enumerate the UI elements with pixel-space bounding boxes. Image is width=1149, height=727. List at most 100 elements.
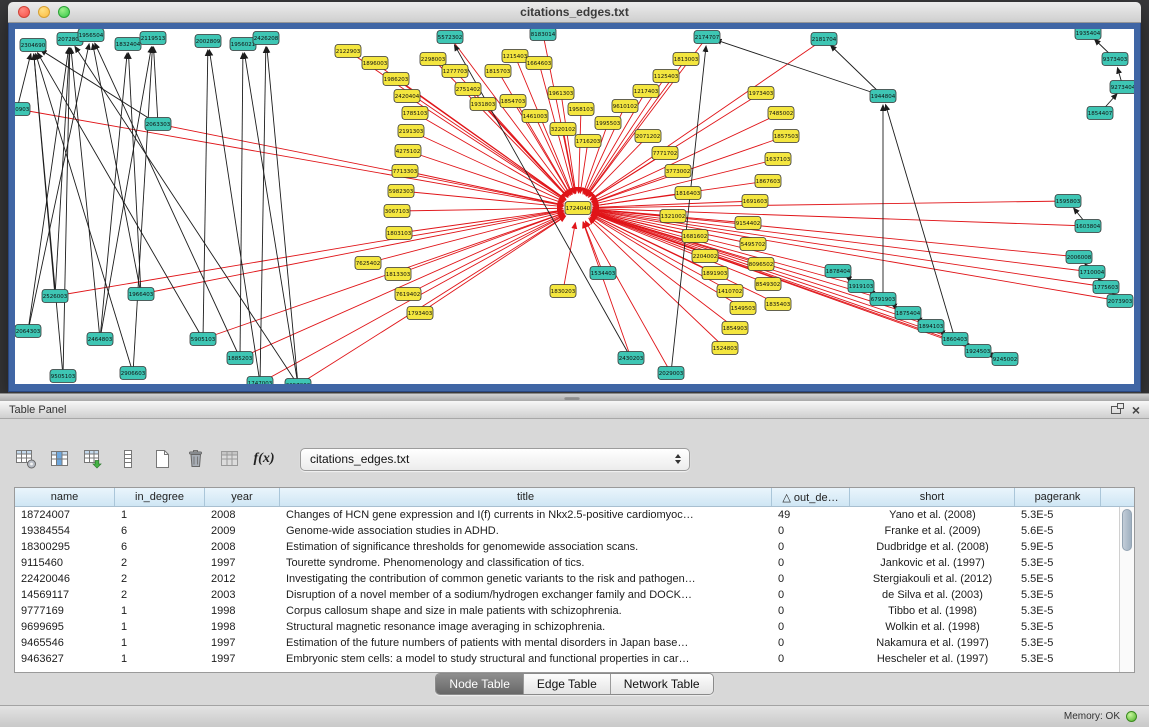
graph-node[interactable]: 1854703 (500, 95, 526, 108)
graph-node[interactable]: 1830203 (550, 285, 576, 298)
table-row[interactable]: 946362711997Embryonic stem cells: a mode… (15, 651, 1134, 667)
cell-title[interactable]: Investigating the contribution of common… (280, 573, 772, 585)
cell-title[interactable]: Corpus callosum shape and size in male p… (280, 605, 772, 617)
cell-out_degree[interactable]: 0 (772, 653, 850, 665)
delete-table-button[interactable] (182, 445, 210, 473)
graph-node[interactable]: 7485002 (768, 107, 794, 120)
cell-in_degree[interactable]: 6 (115, 525, 205, 537)
cell-title[interactable]: Disruption of a novel member of a sodium… (280, 589, 772, 601)
cell-short[interactable]: Jankovic et al. (1997) (850, 557, 1015, 569)
graph-node[interactable]: 1595803 (1055, 195, 1081, 208)
cell-year[interactable]: 2009 (205, 525, 280, 537)
graph-node[interactable]: 1986203 (383, 73, 409, 86)
graph-node[interactable]: 1894103 (918, 320, 944, 333)
graph-node[interactable]: 1896003 (362, 57, 388, 70)
graph-node[interactable]: 9245002 (992, 353, 1018, 366)
graph-node[interactable]: 8183014 (530, 29, 556, 41)
graph-node[interactable]: 1854903 (722, 322, 748, 335)
cell-short[interactable]: Dudbridge et al. (2008) (850, 541, 1015, 553)
tab-edge-table[interactable]: Edge Table (523, 674, 610, 694)
graph-node[interactable]: 1958103 (568, 103, 594, 116)
graph-node[interactable]: 1785103 (402, 107, 428, 120)
graph-node[interactable]: 1125403 (653, 70, 679, 83)
cell-in_degree[interactable]: 1 (115, 509, 205, 521)
cell-short[interactable]: Wolkin et al. (1998) (850, 621, 1015, 633)
column-header-title[interactable]: title (280, 488, 772, 506)
cell-out_degree[interactable]: 0 (772, 605, 850, 617)
cell-year[interactable]: 1998 (205, 621, 280, 633)
table-settings-button[interactable] (12, 445, 40, 473)
table-row[interactable]: 977716911998Corpus callosum shape and si… (15, 603, 1134, 619)
graph-node[interactable]: 2122903 (335, 45, 361, 58)
cell-pagerank[interactable]: 5.3E-5 (1015, 557, 1101, 569)
cell-name[interactable]: 14569117 (15, 589, 115, 601)
graph-node[interactable]: 1815703 (485, 65, 511, 78)
function-builder-button[interactable]: f(x) (250, 445, 278, 473)
graph-node[interactable]: 1215403 (502, 50, 528, 63)
cell-pagerank[interactable]: 5.3E-5 (1015, 605, 1101, 617)
cell-pagerank[interactable]: 5.3E-5 (1015, 509, 1101, 521)
graph-node[interactable]: 1995503 (595, 117, 621, 130)
graph-node[interactable]: 1878404 (825, 265, 851, 278)
cell-pagerank[interactable]: 5.3E-5 (1015, 637, 1101, 649)
close-panel-icon[interactable]: × (1132, 403, 1140, 417)
graph-node[interactable]: 2906603 (120, 367, 146, 380)
cell-name[interactable]: 9699695 (15, 621, 115, 633)
cell-year[interactable]: 2012 (205, 573, 280, 585)
graph-node[interactable]: 8549302 (755, 278, 781, 291)
column-header-out_degree[interactable]: △ out_de… (772, 488, 850, 506)
select-columns-button[interactable] (46, 445, 74, 473)
cell-out_degree[interactable]: 0 (772, 589, 850, 601)
cell-short[interactable]: Tibbo et al. (1998) (850, 605, 1015, 617)
graph-node[interactable]: 2751402 (455, 83, 481, 96)
graph-node[interactable]: 2174707 (694, 31, 720, 44)
graph-node[interactable]: 9610102 (612, 100, 638, 113)
row-tools-button[interactable] (114, 445, 142, 473)
graph-node[interactable]: 1637103 (765, 153, 791, 166)
graph-node[interactable]: 1935404 (1075, 29, 1101, 40)
graph-node[interactable]: 1534403 (590, 267, 616, 280)
graph-node[interactable]: 1816403 (675, 187, 701, 200)
float-panel-button[interactable] (1108, 403, 1124, 417)
cell-short[interactable]: Hescheler et al. (1997) (850, 653, 1015, 665)
network-canvas[interactable]: 2304690207280819565041832404211951320028… (15, 29, 1134, 384)
graph-node[interactable]: 1835403 (765, 298, 791, 311)
graph-node[interactable]: 1691603 (742, 195, 768, 208)
graph-node[interactable]: 2063303 (145, 118, 171, 131)
graph-node[interactable]: 1793403 (407, 307, 433, 320)
cell-short[interactable]: Nakamura et al. (1997) (850, 637, 1015, 649)
column-header-pagerank[interactable]: pagerank (1015, 488, 1101, 506)
graph-node[interactable]: 7619402 (395, 288, 421, 301)
graph-node[interactable]: 5495702 (740, 238, 766, 251)
divider-grip-icon[interactable] (564, 396, 580, 400)
graph-node[interactable]: 1277703 (442, 65, 468, 78)
cell-title[interactable]: Estimation of significance thresholds fo… (280, 541, 772, 553)
graph-node[interactable]: 1603804 (1075, 220, 1101, 233)
graph-node[interactable]: 2002809 (195, 35, 221, 48)
table-row[interactable]: 1456911722003Disruption of a novel membe… (15, 587, 1134, 603)
graph-node[interactable]: 1919103 (848, 280, 874, 293)
cell-year[interactable]: 1997 (205, 557, 280, 569)
graph-node[interactable]: 1854407 (1087, 107, 1113, 120)
graph-node[interactable]: 5572302 (437, 31, 463, 44)
graph-node[interactable]: 1813003 (673, 53, 699, 66)
graph-node[interactable]: 9505103 (50, 370, 76, 383)
cell-name[interactable]: 9115460 (15, 557, 115, 569)
cell-title[interactable]: Structural magnetic resonance image aver… (280, 621, 772, 633)
cell-name[interactable]: 19384554 (15, 525, 115, 537)
cell-short[interactable]: de Silva et al. (2003) (850, 589, 1015, 601)
graph-node[interactable]: 2304690 (20, 39, 46, 52)
table-vertical-scrollbar[interactable] (1119, 507, 1134, 672)
cell-short[interactable]: Franke et al. (2009) (850, 525, 1015, 537)
graph-node[interactable]: 2298003 (420, 53, 446, 66)
graph-node[interactable]: 1410702 (717, 285, 743, 298)
graph-node[interactable]: 1681602 (682, 230, 708, 243)
cell-year[interactable]: 2003 (205, 589, 280, 601)
cell-out_degree[interactable]: 0 (772, 621, 850, 633)
graph-node[interactable]: 1973403 (748, 87, 774, 100)
cell-out_degree[interactable]: 0 (772, 637, 850, 649)
graph-node[interactable]: 1803103 (386, 227, 412, 240)
graph-node[interactable]: 1860403 (942, 333, 968, 346)
table-row[interactable]: 2242004622012Investigating the contribut… (15, 571, 1134, 587)
cell-pagerank[interactable]: 5.6E-5 (1015, 525, 1101, 537)
